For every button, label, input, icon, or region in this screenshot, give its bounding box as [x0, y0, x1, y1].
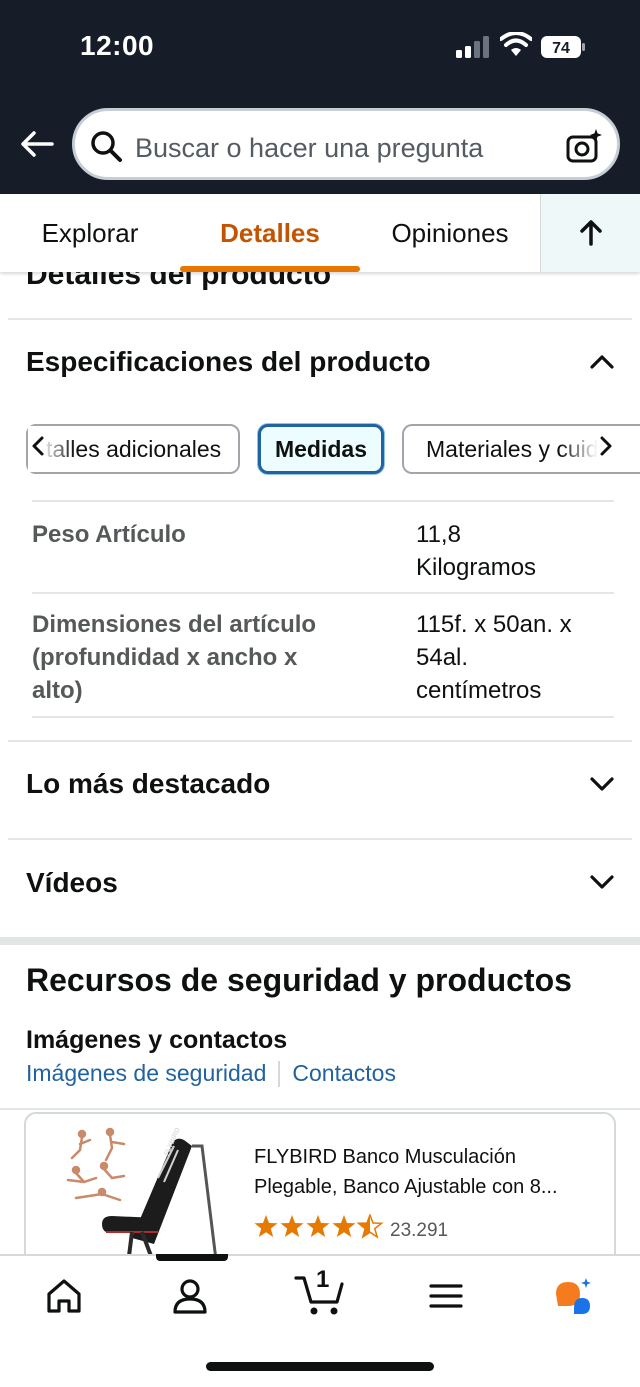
contacts-link[interactable]: Contactos [292, 1060, 396, 1087]
section-separator [0, 937, 640, 945]
spec-key: Dimensiones del artículo (profundidad x … [32, 611, 317, 704]
scroll-to-top-button[interactable] [540, 194, 640, 272]
resources-links: Imágenes de seguridad Contactos [26, 1060, 396, 1087]
divider [8, 740, 632, 742]
account-icon[interactable] [170, 1276, 210, 1316]
spec-key: Peso Artículo [32, 521, 186, 548]
spec-value: 115f. x 50an. x 54al. centímetros [416, 611, 572, 704]
videos-section-title[interactable]: Vídeos [26, 867, 118, 899]
chevron-left-icon[interactable] [30, 434, 46, 458]
back-arrow-icon[interactable] [18, 124, 58, 164]
search-input[interactable]: Buscar o hacer una pregunta [135, 133, 483, 164]
chevron-up-icon[interactable] [588, 348, 616, 376]
cart-button[interactable]: 1 [294, 1266, 346, 1318]
resources-title: Recursos de seguridad y productos [26, 962, 572, 998]
battery-icon: 74 [541, 36, 585, 58]
chevron-down-icon[interactable] [588, 770, 616, 798]
rufus-assistant-icon[interactable] [552, 1276, 592, 1316]
pill-measurements[interactable]: Medidas [258, 424, 384, 474]
chevron-right-icon[interactable] [598, 434, 614, 458]
spec-table: Peso Artículo 11,8 Kilogramos Dimensione… [32, 500, 614, 718]
header: 12:00 74 Buscar o hacer una pregunta [0, 0, 640, 194]
spec-value: 11,8 Kilogramos [416, 521, 537, 581]
home-indicator [206, 1362, 434, 1371]
search-icon [91, 131, 122, 162]
product-title[interactable]: FLYBIRD Banco Musculación Plegable, Banc… [254, 1142, 594, 1202]
tab-details-label: Detalles [220, 217, 320, 248]
star-rating-icon [254, 1214, 383, 1238]
table-row: Peso Artículo 11,8 Kilogramos [32, 500, 614, 592]
chevron-down-icon[interactable] [588, 868, 616, 896]
highlights-section-title[interactable]: Lo más destacado [26, 768, 270, 800]
link-separator [278, 1060, 281, 1087]
arrow-up-icon [579, 220, 602, 246]
menu-icon[interactable] [426, 1276, 466, 1316]
divider [0, 1108, 640, 1110]
camera-search-icon[interactable] [565, 127, 603, 165]
product-image[interactable]: FLYBIRD [62, 1126, 232, 1266]
tab-details[interactable]: Detalles [180, 194, 360, 272]
status-time: 12:00 [80, 30, 155, 61]
section-tabs: Explorar Detalles Opiniones [0, 194, 640, 272]
product-details-heading: Detalles del producto [26, 272, 332, 291]
spec-category-pills: talles adicionales Medidas Materiales y … [0, 420, 640, 480]
battery-level: 74 [552, 40, 570, 57]
search-bar[interactable]: Buscar o hacer una pregunta [72, 108, 620, 180]
resources-subtitle: Imágenes y contactos [26, 1026, 288, 1054]
cellular-signal-icon [456, 36, 489, 58]
rating-count[interactable]: 23.291 [390, 1220, 448, 1242]
tab-reviews[interactable]: Opiniones [360, 194, 540, 272]
tab-explore[interactable]: Explorar [0, 194, 180, 272]
divider [8, 838, 632, 840]
active-nav-indicator [156, 1254, 228, 1261]
specs-section-title[interactable]: Especificaciones del producto [26, 346, 431, 378]
safety-images-link[interactable]: Imágenes de seguridad [26, 1060, 266, 1087]
home-icon[interactable] [44, 1276, 84, 1316]
divider [8, 318, 632, 320]
wifi-icon [500, 32, 532, 56]
cart-count: 1 [316, 1266, 330, 1293]
table-row: Dimensiones del artículo (profundidad x … [32, 592, 614, 718]
